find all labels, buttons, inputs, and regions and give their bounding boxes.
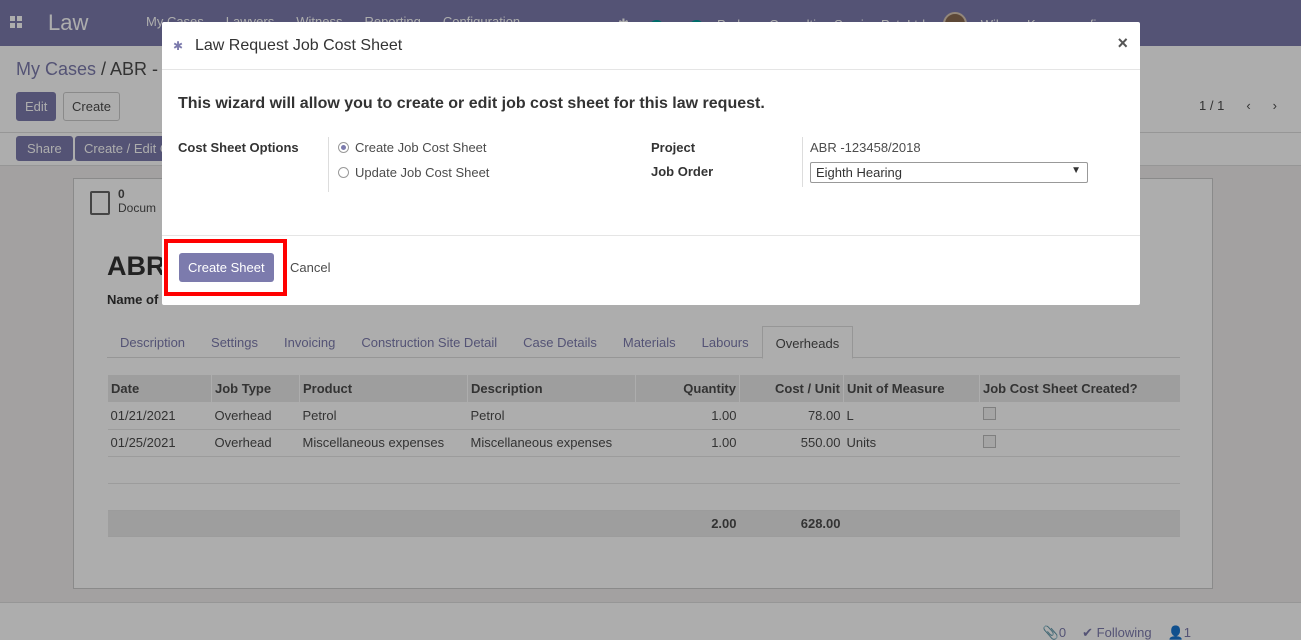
job-order-label: Job Order [651,164,714,179]
job-cost-sheet-dialog: ✱ Law Request Job Cost Sheet × This wiza… [162,22,1140,305]
dialog-footer: Create Sheet Cancel [162,236,1140,304]
wizard-intro: This wizard will allow you to create or … [178,95,765,112]
create-sheet-button[interactable]: Create Sheet [179,253,274,282]
dialog-header: ✱ Law Request Job Cost Sheet × [162,22,1140,70]
radio-update-job-cost-sheet[interactable]: Update Job Cost Sheet [338,165,489,180]
bug-icon: ✱ [173,39,184,53]
dialog-body: This wizard will allow you to create or … [162,70,1140,236]
cancel-button[interactable]: Cancel [290,260,330,275]
radio-button-unselected[interactable] [338,167,349,178]
cost-sheet-options-label: Cost Sheet Options [178,140,299,155]
radio-label-update[interactable]: Update Job Cost Sheet [355,165,489,180]
dialog-title: Law Request Job Cost Sheet [195,37,403,54]
project-label: Project [651,140,696,155]
radio-label-create[interactable]: Create Job Cost Sheet [355,140,487,155]
job-order-selected-value: Eighth Hearing [816,165,902,180]
radio-button-selected[interactable] [338,142,349,153]
field-divider [328,137,329,192]
job-order-select[interactable]: Eighth Hearing ▼ [810,162,1088,183]
close-icon[interactable]: × [1117,33,1128,54]
field-divider [802,137,803,187]
project-value: ABR -123458/2018 [810,140,921,155]
radio-create-job-cost-sheet[interactable]: Create Job Cost Sheet [338,140,487,155]
chevron-down-icon: ▼ [1071,165,1081,176]
